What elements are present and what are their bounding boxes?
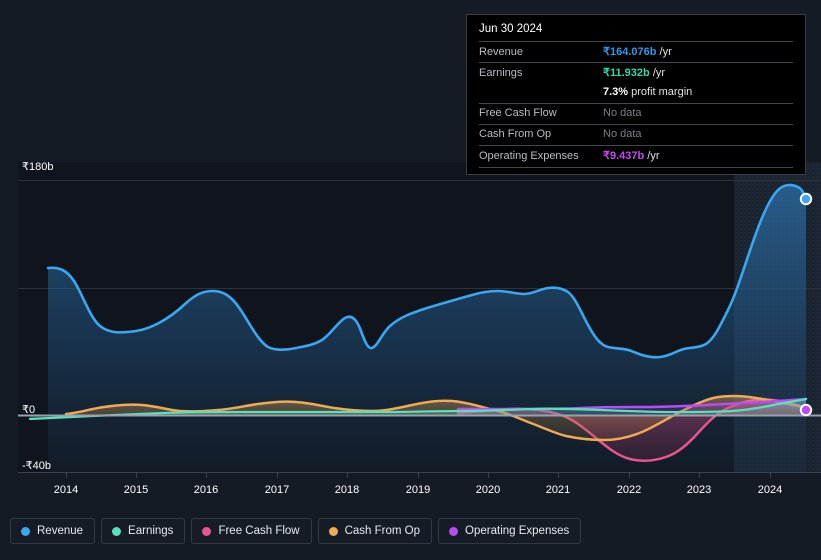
tooltip-value-free-cash-flow: No data: [603, 107, 642, 119]
chart-tooltip: Jun 30 2024 Revenue ₹164.076b /yr Earnin…: [466, 14, 806, 175]
x-axis-label-2015: 2015: [123, 484, 149, 496]
tooltip-label-cash-from-op: Cash From Op: [479, 128, 552, 140]
tooltip-suffix-operating-expenses: /yr: [644, 150, 660, 162]
tooltip-label-free-cash-flow: Free Cash Flow: [479, 107, 557, 119]
x-axis-label-2023: 2023: [686, 484, 712, 496]
x-axis-label-2016: 2016: [193, 484, 219, 496]
tooltip-bottom-rule: [479, 167, 793, 168]
tooltip-row-operating-expenses: Operating Expenses ₹9.437b /yr: [479, 145, 793, 166]
tooltip-label-operating-expenses: Operating Expenses: [479, 150, 579, 162]
x-axis-label-2024: 2024: [757, 484, 783, 496]
legend-dot-free-cash-flow-icon: [202, 526, 212, 536]
y-axis-label-0: ₹0: [22, 404, 36, 416]
tooltip-value-earnings: ₹11.932b /yr: [603, 66, 665, 79]
tooltip-row-earnings: Earnings ₹11.932b /yr: [479, 62, 793, 83]
endpoint-marker-operating-expenses: [799, 403, 813, 417]
tooltip-suffix-profit-margin: profit margin: [628, 86, 693, 98]
x-axis-label-2021: 2021: [545, 484, 571, 496]
x-axis-label-2017: 2017: [264, 484, 290, 496]
x-axis-label-2022: 2022: [616, 484, 642, 496]
tooltip-suffix-earnings: /yr: [649, 67, 666, 79]
y-axis-label-180b: ₹180b: [22, 161, 54, 173]
tooltip-value-profit-margin: 7.3% profit margin: [603, 86, 692, 98]
tooltip-label-earnings: Earnings: [479, 67, 523, 79]
tooltip-amount-earnings: ₹11.932b: [603, 67, 650, 79]
tooltip-row-cash-from-op: Cash From Op No data: [479, 124, 793, 145]
legend-label-cash-from-op: Cash From Op: [344, 525, 421, 537]
x-axis-label-2014: 2014: [53, 484, 79, 496]
legend-dot-operating-expenses-icon: [449, 526, 459, 536]
tooltip-amount-operating-expenses: ₹9.437b: [603, 150, 645, 162]
x-axis-label-2018: 2018: [334, 484, 360, 496]
tooltip-date: Jun 30 2024: [479, 23, 543, 35]
legend-dot-cash-from-op-icon: [328, 526, 338, 536]
tooltip-amount-profit-margin: 7.3%: [603, 86, 629, 98]
tooltip-value-cash-from-op: No data: [603, 128, 642, 140]
x-axis-label-2020: 2020: [475, 484, 501, 496]
tooltip-value-operating-expenses: ₹9.437b /yr: [603, 149, 660, 162]
legend-label-operating-expenses: Operating Expenses: [465, 525, 570, 537]
legend-item-revenue[interactable]: Revenue: [10, 518, 96, 544]
tooltip-row-profit-margin: 7.3% profit margin: [479, 83, 793, 103]
tooltip-value-revenue: ₹164.076b /yr: [603, 45, 672, 58]
legend-item-cash-from-op[interactable]: Cash From Op: [317, 518, 433, 544]
chart-legend: Revenue Earnings Free Cash Flow Cash Fro…: [10, 518, 582, 544]
tooltip-suffix-revenue: /yr: [656, 46, 672, 58]
legend-label-earnings: Earnings: [128, 525, 174, 537]
legend-item-free-cash-flow[interactable]: Free Cash Flow: [191, 518, 312, 544]
legend-dot-earnings-icon: [112, 526, 122, 536]
legend-dot-revenue-icon: [21, 526, 30, 536]
endpoint-marker-revenue: [799, 192, 813, 206]
x-axis-label-2019: 2019: [405, 484, 431, 496]
legend-item-earnings[interactable]: Earnings: [101, 518, 186, 544]
revenue-earnings-chart: ₹180b ₹0 -₹40b 2014 2015 2016 2017 2018 …: [0, 0, 821, 560]
legend-label-revenue: Revenue: [37, 525, 84, 537]
y-axis-label-neg40b: -₹40b: [22, 460, 52, 472]
legend-item-operating-expenses[interactable]: Operating Expenses: [438, 518, 582, 544]
tooltip-row-revenue: Revenue ₹164.076b /yr: [479, 41, 793, 62]
tooltip-label-revenue: Revenue: [479, 46, 524, 58]
legend-label-free-cash-flow: Free Cash Flow: [218, 525, 300, 537]
tooltip-row-free-cash-flow: Free Cash Flow No data: [479, 103, 793, 124]
tooltip-amount-revenue: ₹164.076b: [603, 46, 657, 58]
